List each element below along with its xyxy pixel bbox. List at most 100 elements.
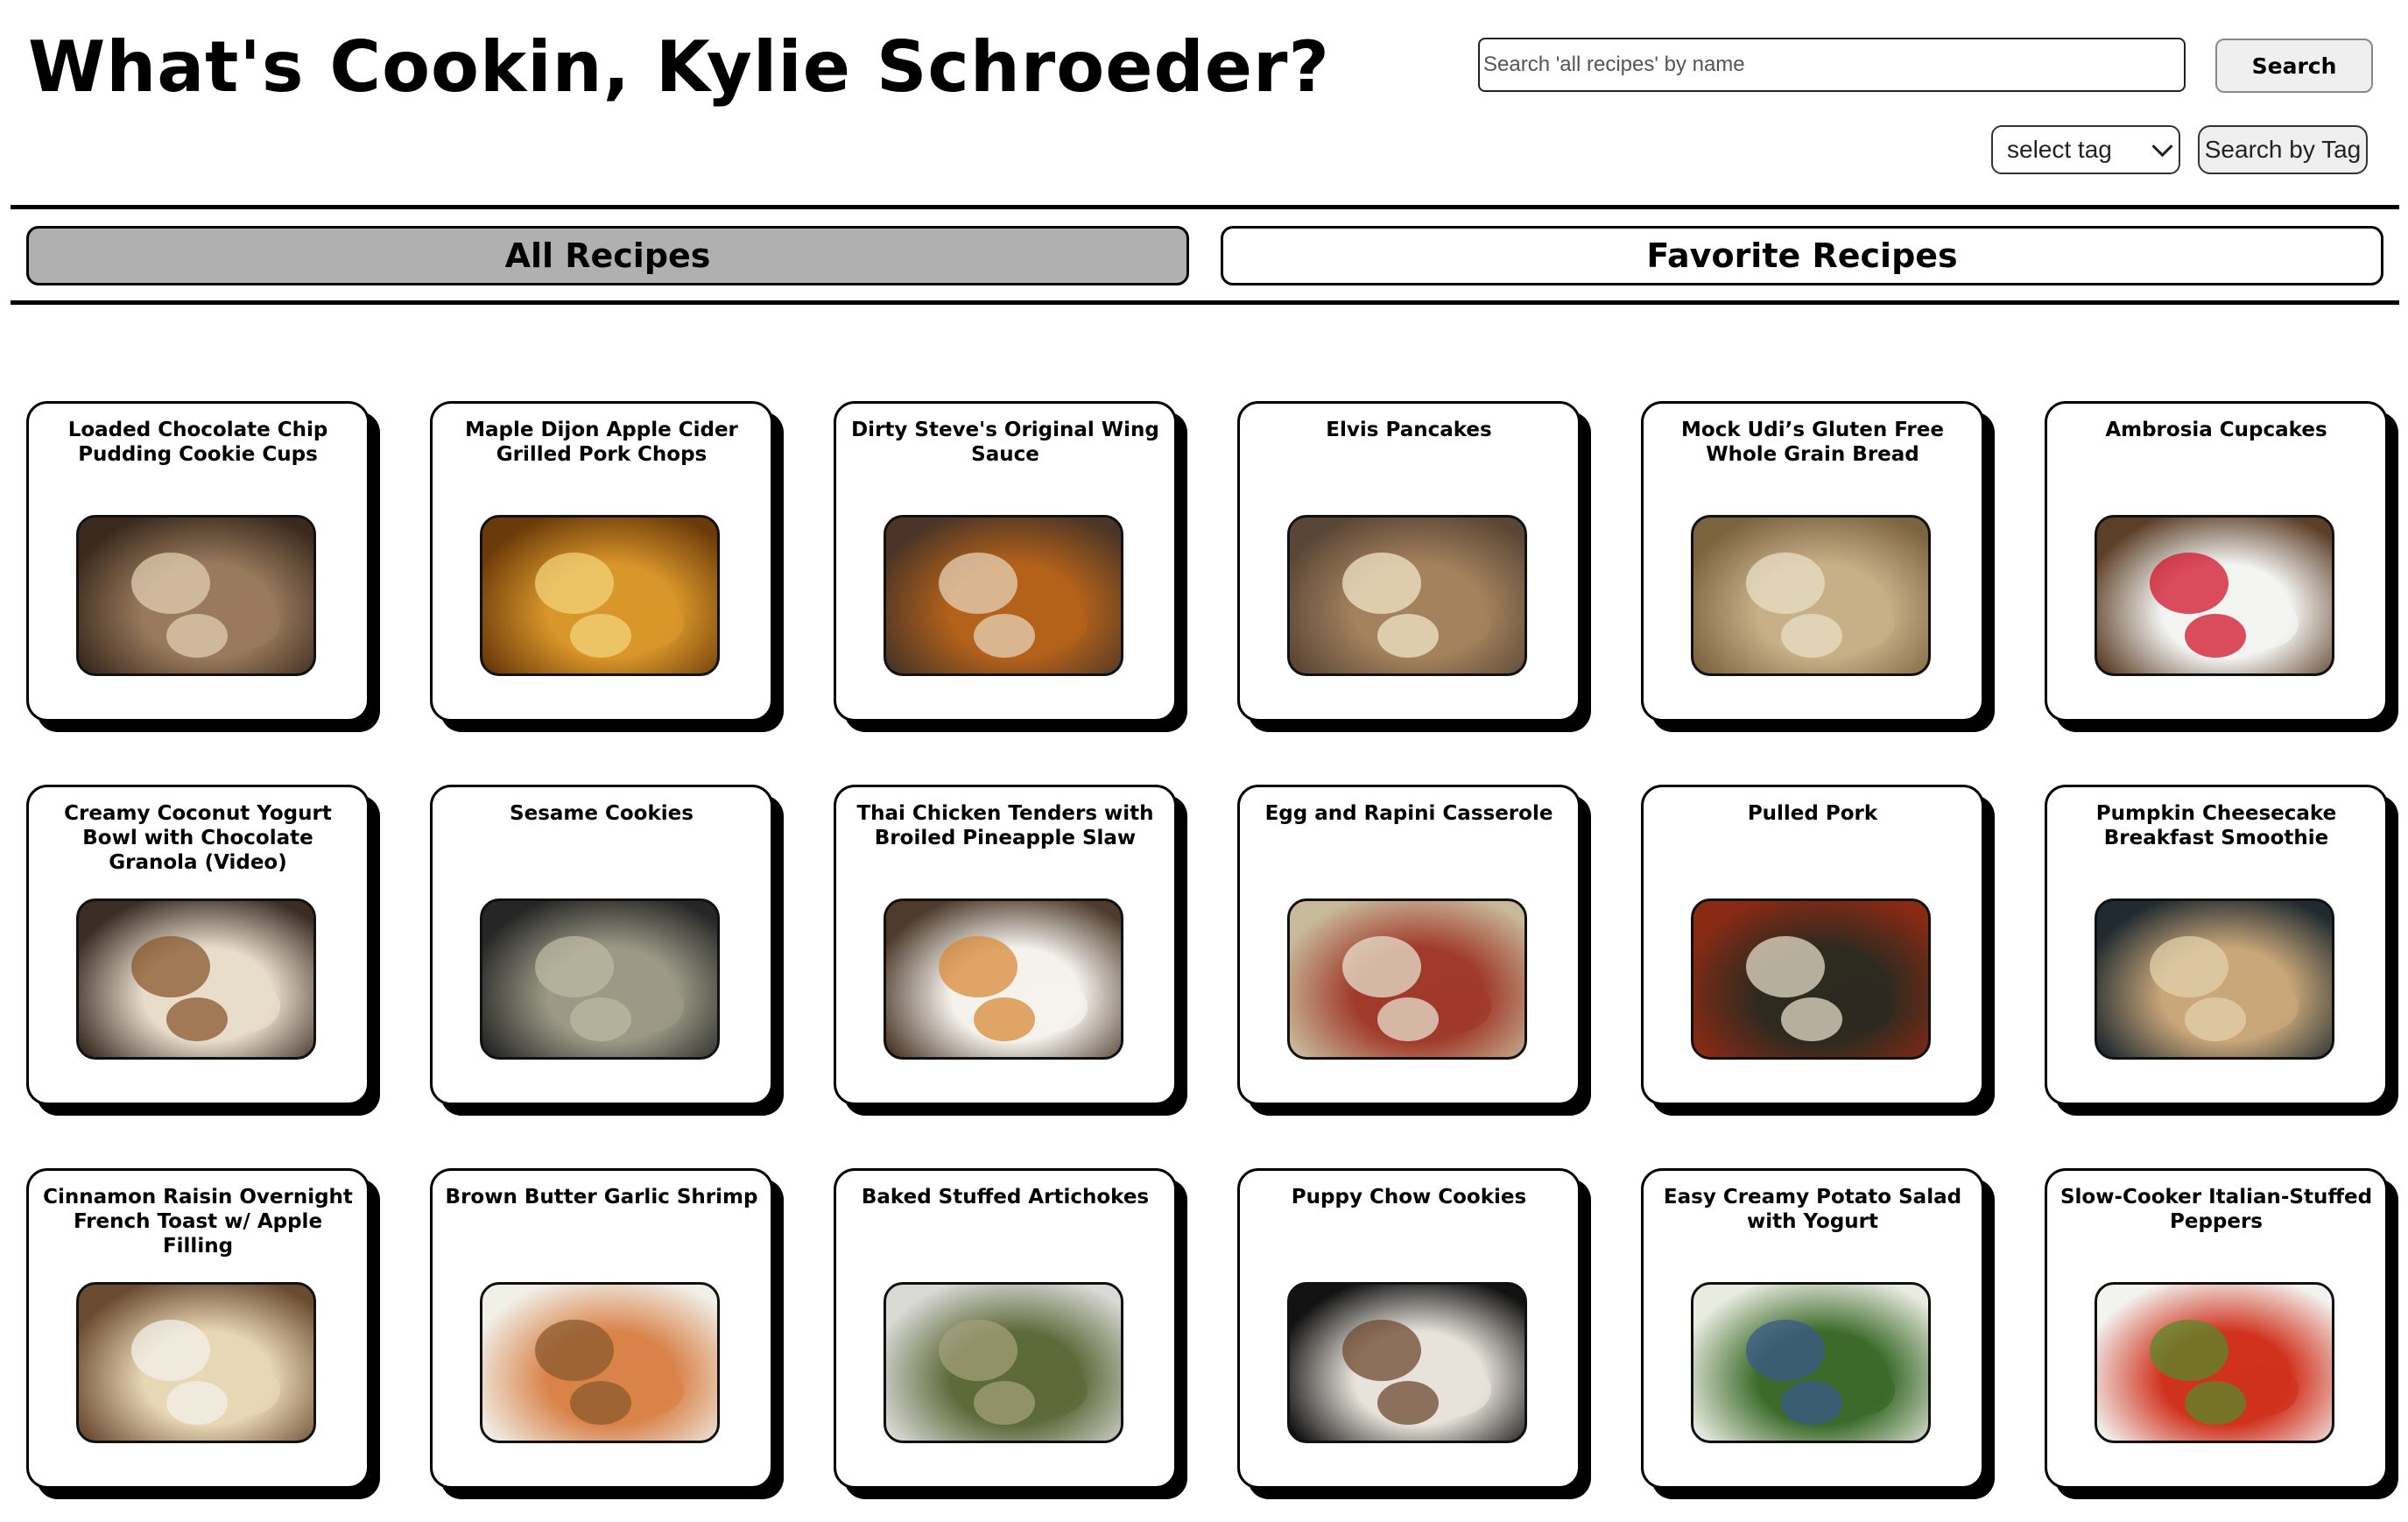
search-input[interactable] <box>1478 38 2186 92</box>
top-divider <box>11 205 2399 209</box>
recipe-image[interactable] <box>2095 515 2334 676</box>
recipe-title: Cinnamon Raisin Overnight French Toast w… <box>43 1186 353 1258</box>
photo-detail <box>570 1381 631 1425</box>
photo-detail <box>2150 936 2228 997</box>
page-title: What's Cookin, Kylie Schroeder? <box>28 26 1330 108</box>
recipe-card[interactable]: Elvis Pancakes <box>1237 401 1581 722</box>
recipe-card[interactable]: Brown Butter Garlic Shrimp <box>430 1168 773 1489</box>
recipe-title: Puppy Chow Cookies <box>1291 1186 1527 1208</box>
recipe-image[interactable] <box>1691 898 1931 1060</box>
photo-detail <box>939 1320 1017 1381</box>
recipe-title: Elvis Pancakes <box>1326 419 1492 441</box>
recipe-title: Pumpkin Cheesecake Breakfast Smoothie <box>2095 802 2337 849</box>
photo-detail <box>2150 553 2228 614</box>
photo-detail <box>974 1381 1035 1425</box>
photo-detail <box>1781 614 1842 658</box>
recipe-card[interactable]: Pulled Pork <box>1641 785 1984 1105</box>
recipe-title: Creamy Coconut Yogurt Bowl with Chocolat… <box>64 802 332 874</box>
recipe-title: Baked Stuffed Artichokes <box>861 1186 1150 1208</box>
photo-detail <box>166 1381 228 1425</box>
photo-detail <box>974 997 1035 1041</box>
recipe-card[interactable]: Baked Stuffed Artichokes <box>834 1168 1177 1489</box>
photo-detail <box>535 1320 614 1381</box>
recipe-title: Pulled Pork <box>1747 802 1878 825</box>
recipe-title: Thai Chicken Tenders with Broiled Pineap… <box>856 802 1154 849</box>
photo-detail <box>1746 1320 1825 1381</box>
search-button[interactable]: Search <box>2215 39 2373 93</box>
photo-detail <box>570 997 631 1041</box>
tab-favorite-recipes[interactable]: Favorite Recipes <box>1221 226 2383 285</box>
recipe-image[interactable] <box>884 1282 1123 1443</box>
recipe-card[interactable]: Slow-Cooker Italian-Stuffed Peppers <box>2045 1168 2388 1489</box>
recipe-image[interactable] <box>76 898 316 1060</box>
photo-detail <box>2185 614 2246 658</box>
photo-detail <box>570 614 631 658</box>
photo-detail <box>2185 997 2246 1041</box>
photo-detail <box>131 553 210 614</box>
photo-detail <box>974 614 1035 658</box>
recipe-image[interactable] <box>1287 515 1527 676</box>
recipe-image[interactable] <box>1287 1282 1527 1443</box>
search-by-tag-button[interactable]: Search by Tag <box>2198 125 2368 174</box>
photo-detail <box>131 1320 210 1381</box>
recipe-image[interactable] <box>480 898 720 1060</box>
recipe-image[interactable] <box>2095 898 2334 1060</box>
photo-detail <box>166 997 228 1041</box>
photo-detail <box>2150 1320 2228 1381</box>
photo-detail <box>1342 1320 1421 1381</box>
recipe-card[interactable]: Sesame Cookies <box>430 785 773 1105</box>
recipe-card[interactable]: Cinnamon Raisin Overnight French Toast w… <box>26 1168 370 1489</box>
photo-detail <box>1342 553 1421 614</box>
recipe-card[interactable]: Pumpkin Cheesecake Breakfast Smoothie <box>2045 785 2388 1105</box>
recipe-image[interactable] <box>1287 898 1527 1060</box>
recipe-title: Loaded Chocolate Chip Pudding Cookie Cup… <box>67 419 328 466</box>
recipe-title: Easy Creamy Potato Salad with Yogurt <box>1663 1186 1962 1233</box>
recipe-image[interactable] <box>480 515 720 676</box>
recipe-image[interactable] <box>480 1282 720 1443</box>
recipe-title: Maple Dijon Apple Cider Grilled Pork Cho… <box>465 419 738 466</box>
photo-detail <box>1342 936 1421 997</box>
recipe-image[interactable] <box>76 515 316 676</box>
recipe-card[interactable]: Puppy Chow Cookies <box>1237 1168 1581 1489</box>
photo-detail <box>939 553 1017 614</box>
tab-all-recipes[interactable]: All Recipes <box>26 226 1189 285</box>
recipe-card[interactable]: Loaded Chocolate Chip Pudding Cookie Cup… <box>26 401 370 722</box>
chevron-down-icon <box>2151 135 2173 157</box>
recipe-image[interactable] <box>884 898 1123 1060</box>
photo-detail <box>166 614 228 658</box>
recipe-title: Sesame Cookies <box>510 802 694 825</box>
recipe-image[interactable] <box>1691 1282 1931 1443</box>
recipe-image[interactable] <box>76 1282 316 1443</box>
recipe-card[interactable]: Thai Chicken Tenders with Broiled Pineap… <box>834 785 1177 1105</box>
tag-select[interactable]: select tag <box>1991 125 2180 174</box>
recipe-card[interactable]: Easy Creamy Potato Salad with Yogurt <box>1641 1168 1984 1489</box>
recipe-card[interactable]: Mock Udi’s Gluten Free Whole Grain Bread <box>1641 401 1984 722</box>
photo-detail <box>1377 997 1439 1041</box>
photo-detail <box>535 553 614 614</box>
photo-detail <box>1746 553 1825 614</box>
recipe-title: Brown Butter Garlic Shrimp <box>445 1186 758 1208</box>
recipe-title: Slow-Cooker Italian-Stuffed Peppers <box>2059 1186 2373 1233</box>
recipe-title: Dirty Steve's Original Wing Sauce <box>851 419 1159 466</box>
recipe-title: Ambrosia Cupcakes <box>2105 419 2327 441</box>
recipe-image[interactable] <box>884 515 1123 676</box>
recipe-image[interactable] <box>1691 515 1931 676</box>
recipe-title: Mock Udi’s Gluten Free Whole Grain Bread <box>1681 419 1944 466</box>
bottom-divider <box>11 300 2399 305</box>
recipe-title: Egg and Rapini Casserole <box>1264 802 1553 825</box>
recipe-card[interactable]: Egg and Rapini Casserole <box>1237 785 1581 1105</box>
photo-detail <box>1746 936 1825 997</box>
recipe-card[interactable]: Maple Dijon Apple Cider Grilled Pork Cho… <box>430 401 773 722</box>
photo-detail <box>1377 614 1439 658</box>
recipe-card[interactable]: Creamy Coconut Yogurt Bowl with Chocolat… <box>26 785 370 1105</box>
recipe-card[interactable]: Dirty Steve's Original Wing Sauce <box>834 401 1177 722</box>
photo-detail <box>1781 1381 1842 1425</box>
photo-detail <box>2185 1381 2246 1425</box>
recipe-card[interactable]: Ambrosia Cupcakes <box>2045 401 2388 722</box>
photo-detail <box>535 936 614 997</box>
tag-select-value: select tag <box>2007 136 2112 163</box>
photo-detail <box>1377 1381 1439 1425</box>
photo-detail <box>939 936 1017 997</box>
photo-detail <box>1781 997 1842 1041</box>
recipe-image[interactable] <box>2095 1282 2334 1443</box>
